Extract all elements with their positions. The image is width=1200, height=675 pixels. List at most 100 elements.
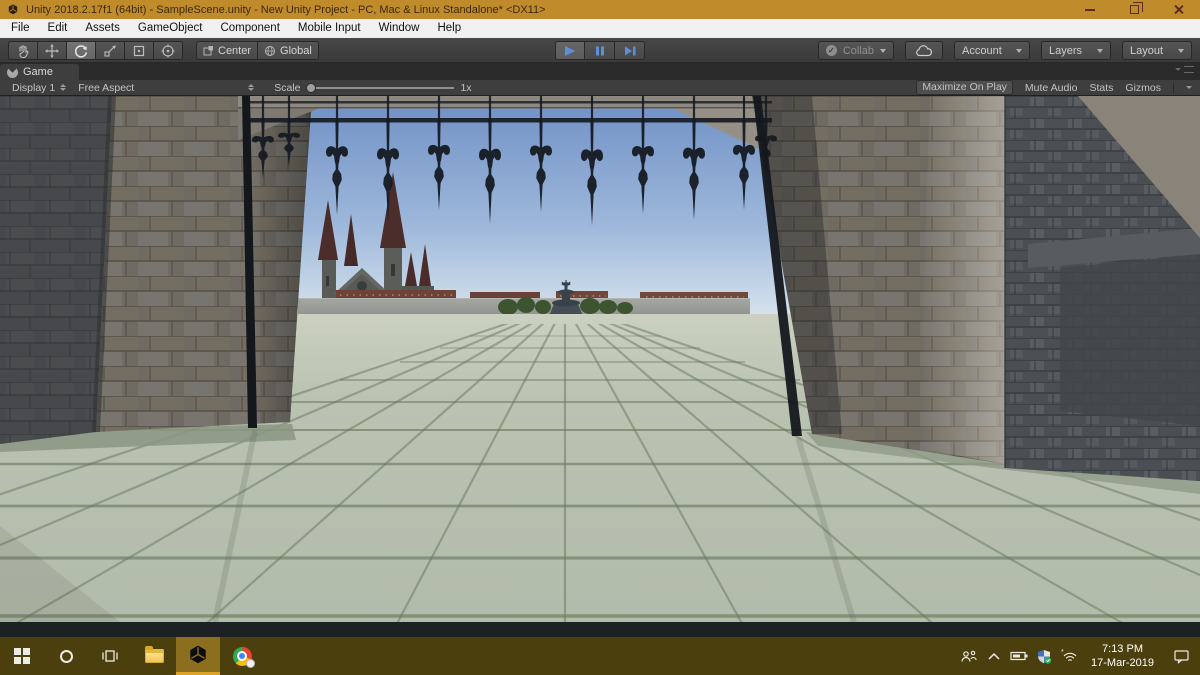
people-icon[interactable] — [960, 649, 978, 664]
account-dropdown[interactable]: Account — [954, 41, 1030, 60]
game-toolbar-toggles: Maximize On Play Mute Audio Stats Gizmos — [916, 80, 1194, 95]
menu-item-assets[interactable]: Assets — [76, 19, 129, 38]
move-icon — [45, 43, 59, 58]
hand-icon — [19, 44, 29, 58]
hand-tool-button[interactable] — [8, 41, 38, 60]
layers-dropdown[interactable]: Layers — [1041, 41, 1111, 60]
panel-menu-icon[interactable] — [1175, 66, 1194, 73]
layers-label: Layers — [1049, 44, 1083, 57]
file-explorer-button[interactable] — [132, 637, 176, 675]
gizmos-dropdown[interactable]: Gizmos — [1125, 82, 1161, 94]
pause-button[interactable] — [585, 41, 615, 60]
account-label: Account — [962, 44, 1002, 57]
editor-toolbar: Center Global ✓ Collab Account Layers La… — [0, 38, 1200, 63]
game-view-icon — [7, 66, 18, 78]
pivot-mode-button[interactable]: Center — [196, 41, 259, 60]
chevron-down-icon[interactable] — [1186, 86, 1192, 89]
collab-dropdown[interactable]: ✓ Collab — [817, 41, 894, 60]
battery-icon[interactable] — [1010, 651, 1028, 661]
minimize-button[interactable] — [1068, 0, 1112, 19]
restore-button[interactable] — [1112, 0, 1156, 19]
updown-arrows-icon — [248, 84, 255, 91]
transform-tool-button[interactable] — [154, 41, 183, 60]
menu-item-component[interactable]: Component — [211, 19, 288, 38]
rotate-tool-button[interactable] — [67, 41, 96, 60]
play-button[interactable] — [555, 41, 585, 60]
orientation-mode-label: Global — [280, 44, 312, 57]
scale-control: Scale 1x — [274, 82, 471, 94]
transform-tools-group — [8, 41, 183, 60]
scale-label: Scale — [274, 81, 301, 94]
play-icon — [565, 45, 575, 56]
mute-audio-toggle[interactable]: Mute Audio — [1025, 82, 1078, 94]
chrome-taskbar-button[interactable] — [220, 637, 264, 675]
menu-item-file[interactable]: File — [2, 19, 39, 38]
orientation-mode-button[interactable]: Global — [258, 41, 319, 60]
display-selector-label: Display 1 — [12, 81, 56, 94]
collab-label: Collab — [842, 44, 874, 57]
aspect-selector[interactable]: Free Aspect — [72, 82, 260, 94]
step-button[interactable] — [615, 41, 645, 60]
rotate-icon — [74, 44, 88, 58]
scale-tool-button[interactable] — [96, 41, 125, 60]
toolbar-right-group: ✓ Collab Account Layers Layout — [817, 41, 1192, 60]
scene-render — [0, 96, 1200, 622]
chrome-profile-badge — [245, 658, 255, 668]
tray-expand-chevron[interactable] — [987, 651, 1001, 661]
game-viewport[interactable] — [0, 96, 1200, 622]
unity-app-icon — [8, 3, 18, 14]
start-button[interactable] — [0, 637, 44, 675]
tab-strip: Game — [0, 63, 1200, 80]
system-tray: * 7:13 PM 17-Mar-2019 — [960, 637, 1200, 675]
menu-item-help[interactable]: Help — [428, 19, 470, 38]
layout-label: Layout — [1130, 44, 1164, 57]
stone-gate-right-pillar — [752, 96, 1200, 481]
stats-toggle[interactable]: Stats — [1089, 82, 1113, 94]
menu-item-gameobject[interactable]: GameObject — [129, 19, 212, 38]
play-controls — [555, 41, 645, 60]
clock-date: 17-Mar-2019 — [1091, 657, 1154, 669]
menu-item-edit[interactable]: Edit — [39, 19, 77, 38]
aspect-selector-label: Free Aspect — [78, 81, 135, 94]
chevron-down-icon — [880, 48, 886, 53]
wifi-no-internet-icon[interactable]: * — [1061, 649, 1078, 663]
cloud-icon — [916, 44, 933, 56]
taskbar-clock[interactable]: 7:13 PM 17-Mar-2019 — [1087, 642, 1158, 671]
divider — [1173, 82, 1174, 93]
layout-dropdown[interactable]: Layout — [1122, 41, 1192, 60]
task-view-button[interactable] — [88, 637, 132, 675]
move-tool-button[interactable] — [38, 41, 67, 60]
tab-game-label: Game — [23, 66, 53, 78]
rect-tool-button[interactable] — [125, 41, 154, 60]
menu-item-window[interactable]: Window — [370, 19, 429, 38]
folder-icon — [144, 646, 164, 663]
pivot-icon — [203, 46, 213, 56]
scale-slider-handle[interactable] — [306, 82, 317, 93]
action-center-icon[interactable] — [1173, 648, 1190, 664]
pivot-mode-label: Center — [218, 44, 252, 57]
scale-slider[interactable] — [306, 82, 455, 93]
tab-game[interactable]: Game — [0, 64, 79, 80]
menu-item-mobile-input[interactable]: Mobile Input — [289, 19, 370, 38]
viewport-letterbox — [0, 622, 1200, 637]
chevron-down-icon — [1178, 48, 1184, 53]
gizmos-label: Gizmos — [1125, 81, 1161, 94]
cloud-button[interactable] — [905, 41, 943, 60]
unity-editor-window: Unity 2018.2.17f1 (64bit) - SampleScene.… — [0, 0, 1200, 675]
task-view-icon — [102, 650, 118, 662]
defender-shield-icon[interactable] — [1037, 649, 1052, 664]
collab-check-icon: ✓ — [825, 45, 837, 56]
scale-icon — [104, 44, 116, 57]
unity-taskbar-button[interactable] — [176, 637, 220, 675]
cortana-button[interactable] — [44, 637, 88, 675]
close-button[interactable] — [1156, 0, 1200, 19]
game-panel: Game Display 1 Free Aspect Scale 1x Maxi… — [0, 63, 1200, 637]
step-icon — [624, 46, 635, 55]
windows-logo-icon — [14, 648, 30, 664]
display-selector[interactable]: Display 1 — [6, 82, 72, 94]
maximize-on-play-toggle[interactable]: Maximize On Play — [916, 80, 1013, 95]
clock-time: 7:13 PM — [1102, 642, 1143, 655]
chevron-down-icon — [1097, 48, 1103, 53]
updown-arrows-icon — [60, 84, 67, 91]
pivot-orientation-group: Center Global — [196, 41, 319, 60]
